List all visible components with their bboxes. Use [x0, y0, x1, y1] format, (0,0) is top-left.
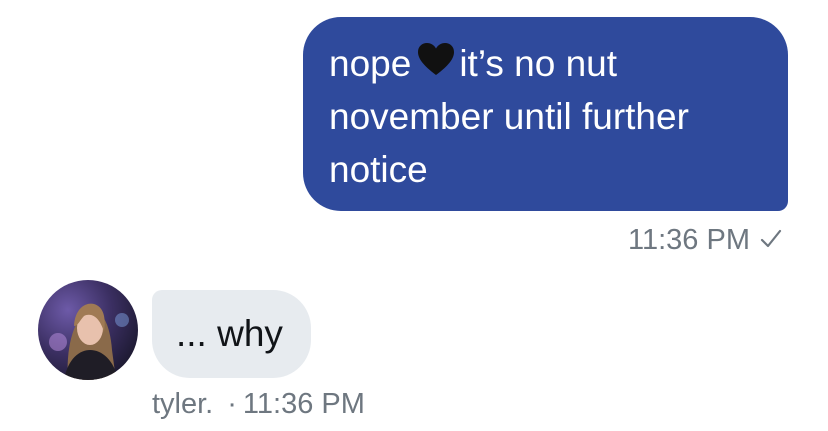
sent-check-icon — [760, 224, 782, 257]
outgoing-timestamp: 11:36 PM — [628, 223, 750, 256]
outgoing-message-line-3: notice — [329, 149, 428, 190]
sender-avatar[interactable] — [38, 280, 138, 380]
sender-name[interactable]: tyler. — [152, 388, 213, 420]
outgoing-message-meta: 11:36 PM — [628, 222, 782, 258]
message-text-rest: it’s no nut — [459, 43, 618, 84]
black-heart-icon — [417, 37, 455, 90]
incoming-message-meta: tyler. · 11:36 PM — [152, 388, 365, 421]
incoming-timestamp: 11:36 PM — [242, 388, 365, 420]
outgoing-message-line-2: november until further — [329, 96, 689, 137]
incoming-message-bubble[interactable]: ... why — [152, 290, 311, 378]
meta-separator: · — [227, 388, 237, 420]
outgoing-message-line-1: nope it’s no nut — [329, 37, 764, 90]
incoming-message-text: ... why — [176, 313, 283, 354]
outgoing-message-bubble[interactable]: nope it’s no nut november until further n… — [303, 17, 788, 211]
message-text-nope: nope — [329, 43, 412, 84]
